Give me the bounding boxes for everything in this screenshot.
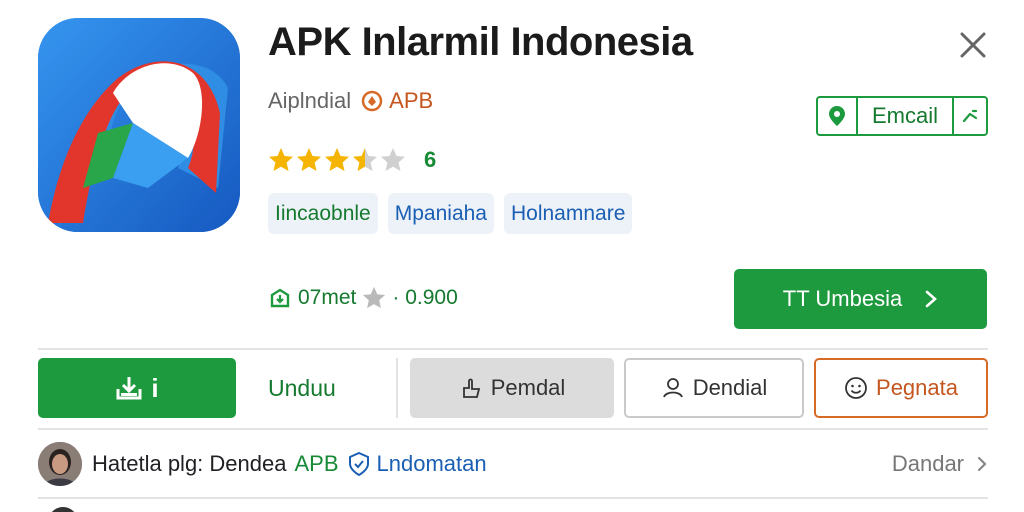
hand-icon xyxy=(462,378,480,398)
close-icon xyxy=(960,32,986,58)
star-icon-4 xyxy=(353,148,377,171)
download-button[interactable]: i xyxy=(38,358,236,418)
pemdal-button-label: Pemdal xyxy=(490,375,566,400)
dendial-button-label: Dendial xyxy=(692,375,768,400)
rating-row: 6 xyxy=(268,146,436,174)
author-more-label: Dandar xyxy=(891,451,964,476)
install-count-icon xyxy=(270,288,290,308)
tag-chip[interactable]: Holnamnare xyxy=(503,193,633,234)
star-icon-2 xyxy=(297,148,321,171)
email-icon-segment xyxy=(818,98,858,134)
verified-label: Lndomatan xyxy=(376,451,487,476)
share-icon xyxy=(962,109,978,123)
chevron-right-icon xyxy=(925,290,938,308)
email-button-label: Emcail xyxy=(871,103,938,128)
rating-stars xyxy=(269,148,405,171)
shield-icon xyxy=(348,451,369,477)
tag-chip[interactable]: Iincaobnle xyxy=(268,193,378,234)
star-icon-5 xyxy=(381,148,405,171)
section-divider xyxy=(38,497,988,499)
rating-value: 6 xyxy=(424,147,437,172)
download-icon xyxy=(116,377,142,400)
stat-score: · 0.900 xyxy=(392,286,458,309)
person-icon xyxy=(662,378,683,398)
avatar[interactable] xyxy=(48,507,78,512)
section-divider xyxy=(38,428,988,430)
developer-name[interactable]: Aiplndial xyxy=(268,88,351,114)
star-icon-1 xyxy=(269,148,293,171)
developer-row: Aiplndial APB xyxy=(268,88,433,114)
action-row: i Unduu Pemdal Dendial Pegnata xyxy=(38,358,988,418)
download-button-label: i xyxy=(151,372,159,403)
verified-badge[interactable]: Lndomatan xyxy=(347,451,487,477)
star-icon-3 xyxy=(325,148,349,171)
avatar[interactable] xyxy=(38,442,82,486)
section-divider xyxy=(38,348,988,350)
primary-action-button[interactable]: TT Umbesia xyxy=(734,269,987,329)
avatar-image xyxy=(38,442,82,486)
pegnata-button-label: Pegnata xyxy=(876,375,958,400)
smiley-icon xyxy=(845,377,867,399)
author-text: Hatetla plg: Dendea xyxy=(92,451,287,476)
dendial-button[interactable]: Dendial xyxy=(624,358,804,418)
stats-row: 07met · 0.900 xyxy=(268,286,458,310)
author-row[interactable]: Hatetla plg: Dendea APB Lndomatan Dandar xyxy=(38,440,988,488)
tag-chip[interactable]: Mpaniaha xyxy=(387,193,494,234)
app-title: APK Inlarmil Indonesia xyxy=(268,20,693,64)
author-apb[interactable]: APB xyxy=(294,451,338,477)
app-logo-graphic xyxy=(38,18,240,232)
email-button[interactable]: Emcail xyxy=(816,96,988,136)
email-share-segment[interactable] xyxy=(952,98,986,134)
primary-button-label: TT Umbesia xyxy=(782,286,903,311)
install-count: 07met xyxy=(298,286,357,309)
pemdal-button[interactable]: Pemdal xyxy=(410,358,614,418)
unduh-button[interactable]: Unduu xyxy=(268,358,378,418)
author-more-link[interactable]: Dandar xyxy=(892,451,988,477)
tag-list: Iincaobnle Mpaniaha Holnamnare xyxy=(268,193,633,234)
close-button[interactable] xyxy=(956,28,990,62)
developer-badge-label: APB xyxy=(389,88,434,113)
app-icon xyxy=(38,18,240,232)
location-pin-icon xyxy=(829,106,845,126)
chevron-right-icon xyxy=(977,456,987,472)
pegnata-button[interactable]: Pegnata xyxy=(814,358,988,418)
star-icon xyxy=(363,286,386,309)
developer-badge[interactable]: APB xyxy=(361,88,433,114)
vertical-divider xyxy=(396,358,398,418)
badge-icon xyxy=(361,90,383,112)
